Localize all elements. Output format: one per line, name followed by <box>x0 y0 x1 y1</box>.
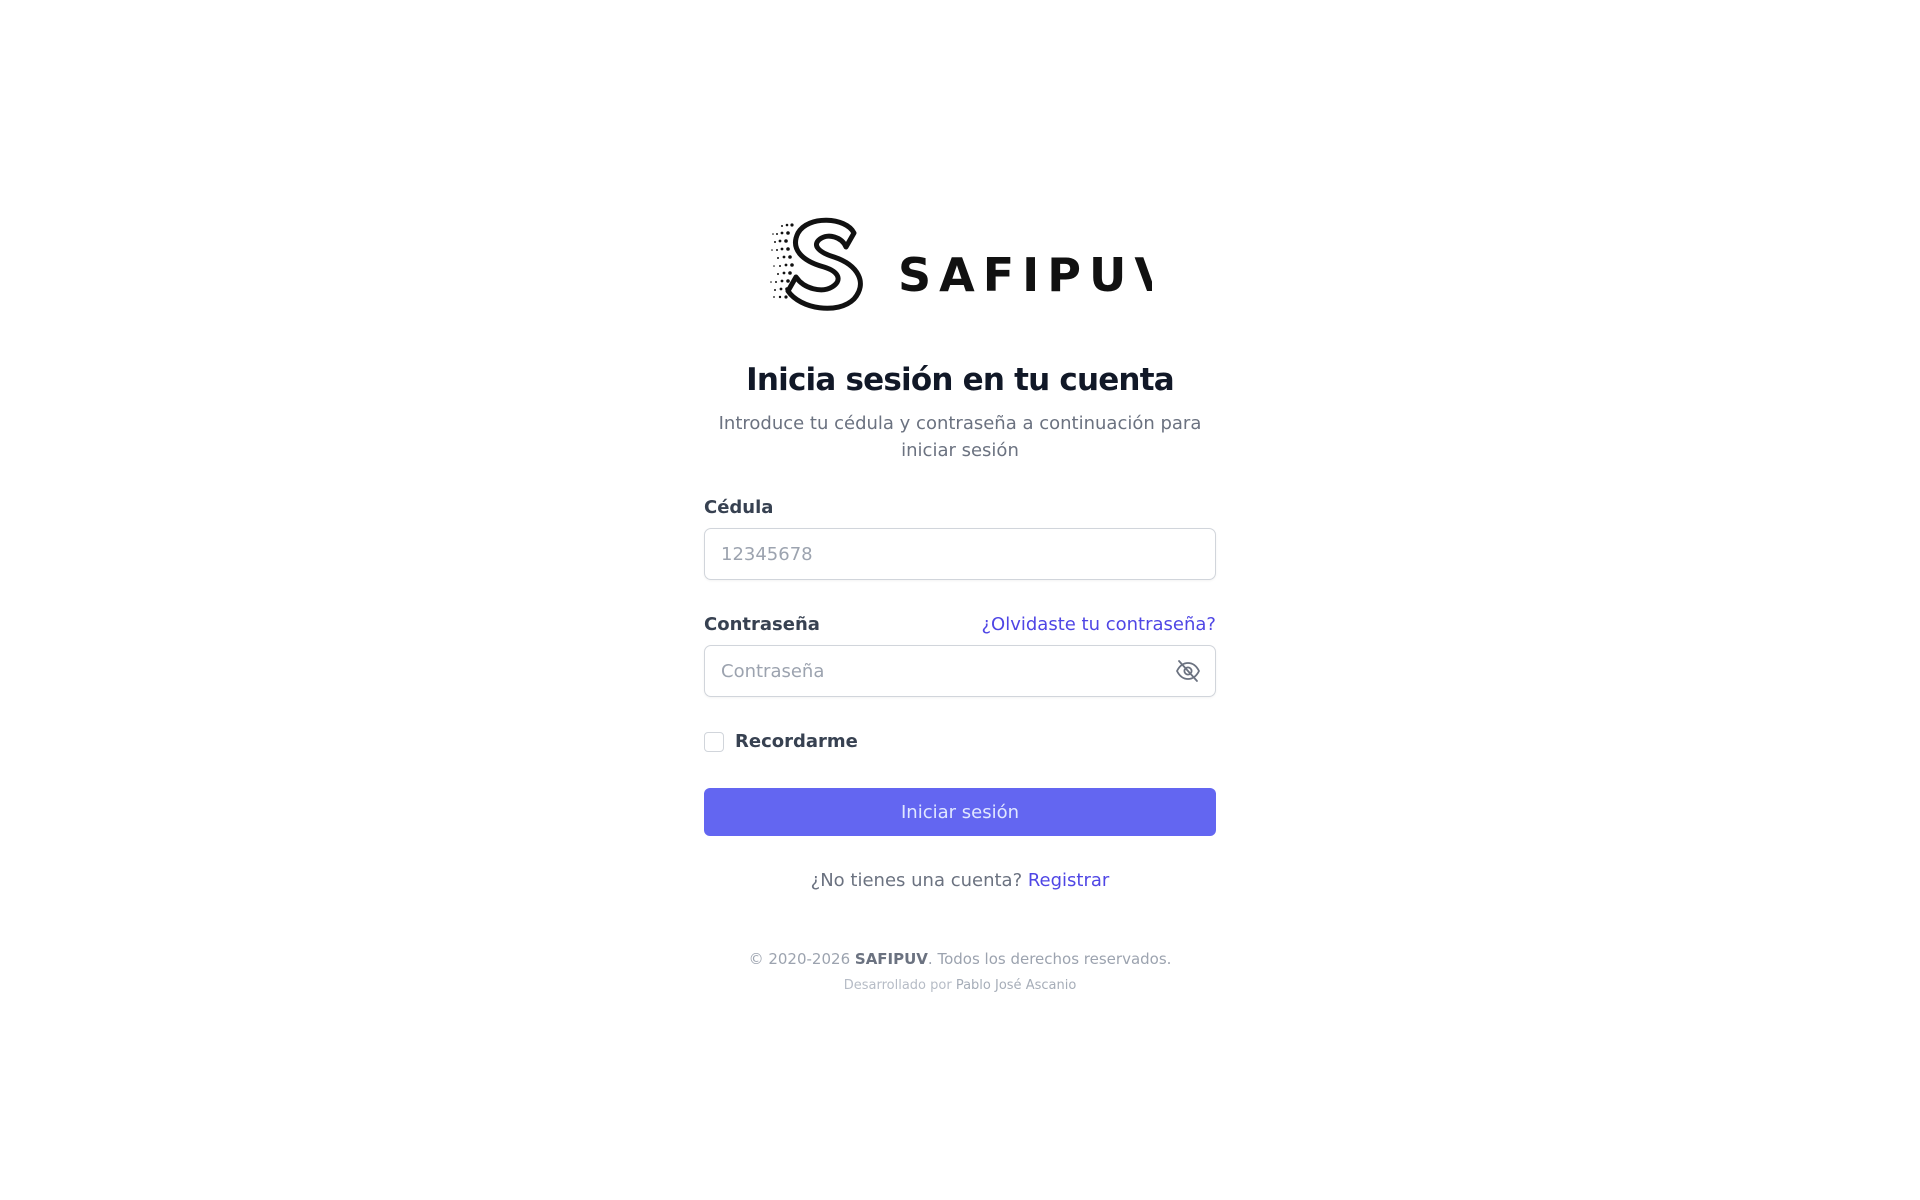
author-name: Pablo José Ascanio <box>955 978 1077 993</box>
eye-off-icon[interactable] <box>1175 659 1201 683</box>
footer-copyright: © 2020-2026 SAFIPUV. Todos los derechos … <box>704 948 1216 970</box>
footer-credits: Desarrollado por Pablo José Ascanio <box>704 977 1216 995</box>
copyright-years: © 2020-2026 <box>748 950 851 968</box>
forgot-password-link[interactable]: ¿Olvidaste tu contraseña? <box>981 612 1216 638</box>
login-page: SAFIPUV Inicia sesión en tu cuenta Intro… <box>0 0 1920 1200</box>
cedula-label: Cédula <box>704 497 774 518</box>
remember-label[interactable]: Recordarme <box>735 729 858 755</box>
developed-by-text: Desarrollado por <box>843 978 952 993</box>
login-button[interactable]: Iniciar sesión <box>704 788 1216 836</box>
remember-checkbox[interactable] <box>704 732 724 752</box>
register-prompt-text: ¿No tienes una cuenta? <box>810 870 1023 891</box>
page-title: Inicia sesión en tu cuenta <box>746 362 1175 398</box>
brand-wordmark: SAFIPUV <box>898 248 1152 302</box>
footer-brand: SAFIPUV <box>854 950 928 968</box>
s-monogram-icon: SAFIPUV <box>770 217 1152 311</box>
password-input[interactable] <box>704 645 1216 697</box>
page-subtitle: Introduce tu cédula y contraseña a conti… <box>718 413 1202 461</box>
register-prompt: ¿No tienes una cuenta? Registrar <box>704 867 1216 895</box>
register-link[interactable]: Registrar <box>1028 870 1109 891</box>
brand-logo: SAFIPUV <box>768 211 1152 321</box>
cedula-input[interactable] <box>704 528 1216 580</box>
footer-rights: . Todos los derechos reservados. <box>927 950 1172 968</box>
password-label: Contraseña <box>704 614 820 635</box>
